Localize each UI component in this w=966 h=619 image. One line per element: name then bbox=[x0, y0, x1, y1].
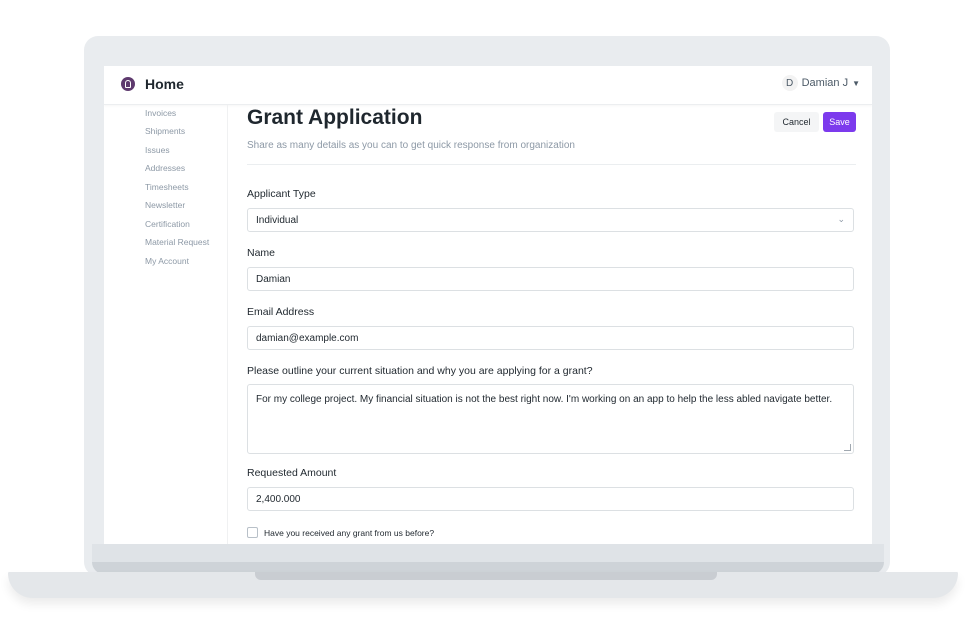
sidebar-item-issues[interactable]: Issues bbox=[145, 145, 170, 155]
situation-value: For my college project. My financial sit… bbox=[256, 394, 833, 405]
received-before-row: Have you received any grant from us befo… bbox=[247, 527, 434, 538]
laptop-bezel bbox=[92, 544, 884, 562]
avatar: D bbox=[781, 75, 798, 91]
name-input[interactable]: Damian bbox=[247, 267, 854, 291]
resize-grip-icon[interactable] bbox=[844, 444, 851, 451]
sidebar-item-timesheets[interactable]: Timesheets bbox=[145, 182, 189, 192]
divider bbox=[247, 164, 856, 165]
name-value: Damian bbox=[256, 273, 291, 285]
received-before-checkbox[interactable] bbox=[247, 527, 258, 538]
email-input[interactable]: damian@example.com bbox=[247, 326, 854, 350]
received-before-label: Have you received any grant from us befo… bbox=[264, 527, 435, 538]
sidebar-item-my-account[interactable]: My Account bbox=[145, 256, 189, 266]
caret-down-icon: ▼ bbox=[852, 78, 860, 88]
amount-label: Requested Amount bbox=[247, 467, 337, 479]
page-subtitle: Share as many details as you can to get … bbox=[247, 140, 575, 151]
applicant-type-label: Applicant Type bbox=[247, 188, 316, 200]
sidebar-item-shipments[interactable]: Shipments bbox=[145, 126, 185, 136]
page-title: Grant Application bbox=[247, 106, 423, 129]
amount-value: 2,400.000 bbox=[256, 493, 301, 505]
amount-input[interactable]: 2,400.000 bbox=[247, 487, 854, 511]
situation-textarea[interactable]: For my college project. My financial sit… bbox=[247, 384, 854, 454]
app-logo-icon[interactable] bbox=[121, 77, 135, 91]
home-link[interactable]: Home bbox=[145, 76, 184, 92]
sidebar-item-certification[interactable]: Certification bbox=[145, 219, 190, 229]
user-name: Damian J bbox=[801, 77, 849, 89]
email-label: Email Address bbox=[247, 306, 315, 318]
chevron-down-icon: ⌄ bbox=[837, 214, 845, 224]
applicant-type-value: Individual bbox=[256, 214, 299, 226]
applicant-type-select[interactable]: Individual ⌄ bbox=[247, 208, 854, 232]
app-screen: Home D Damian J ▼ Invoices Shipments Iss… bbox=[104, 66, 872, 544]
sidebar-item-material-request[interactable]: Material Request bbox=[145, 237, 209, 247]
situation-label: Please outline your current situation an… bbox=[247, 365, 593, 377]
sidebar-item-newsletter[interactable]: Newsletter bbox=[145, 200, 185, 210]
name-label: Name bbox=[247, 247, 276, 259]
navbar: Home D Damian J ▼ bbox=[104, 66, 872, 105]
cancel-button[interactable]: Cancel bbox=[774, 112, 819, 132]
sidebar-item-invoices[interactable]: Invoices bbox=[145, 108, 176, 118]
email-value: damian@example.com bbox=[256, 332, 359, 344]
sidebar: Invoices Shipments Issues Addresses Time… bbox=[104, 105, 228, 544]
save-button[interactable]: Save bbox=[823, 112, 856, 132]
laptop-base-notch bbox=[255, 572, 717, 580]
user-menu[interactable]: D Damian J ▼ bbox=[781, 75, 860, 91]
sidebar-item-addresses[interactable]: Addresses bbox=[145, 163, 185, 173]
